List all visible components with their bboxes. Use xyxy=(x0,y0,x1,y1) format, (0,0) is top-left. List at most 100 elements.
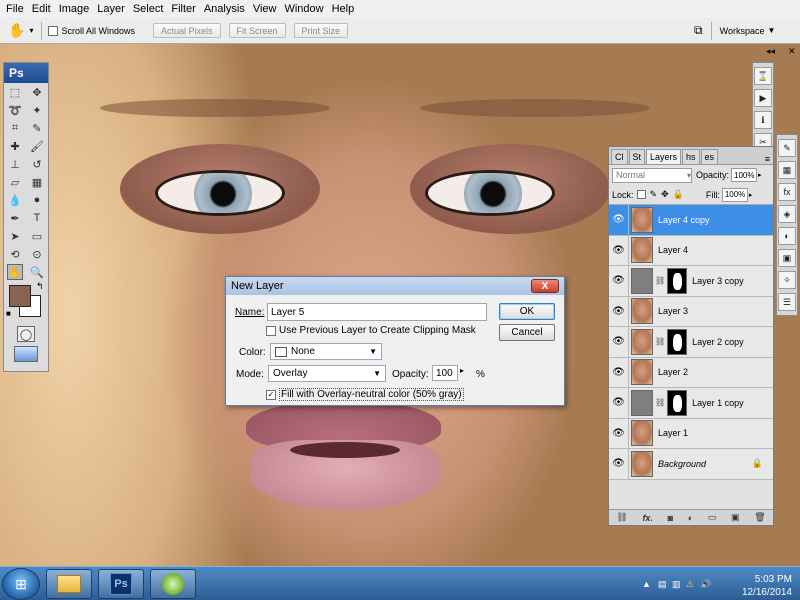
styles-panel-icon[interactable]: fx xyxy=(778,183,796,201)
move-tool-icon[interactable]: ✥ xyxy=(29,84,45,100)
layer-row-layer-4-copy[interactable]: 👁 Layer 4 copy xyxy=(609,204,773,236)
layer-mask-thumbnail[interactable] xyxy=(667,389,688,416)
menu-view[interactable]: View xyxy=(251,3,283,15)
color-swatches[interactable]: ↰ ■ xyxy=(4,281,48,325)
layer-row-layer-1[interactable]: 👁 Layer 1 xyxy=(609,418,773,449)
tab-layers[interactable]: Layers xyxy=(646,149,682,164)
clone-stamp-tool-icon[interactable]: ⊥ xyxy=(7,156,23,172)
lock-all-icon[interactable]: 🔒 xyxy=(673,189,684,200)
new-layer-icon[interactable]: ▣ xyxy=(731,512,740,523)
menu-filter[interactable]: Filter xyxy=(169,3,201,15)
paths-panel-icon[interactable]: ✧ xyxy=(778,271,796,289)
lasso-tool-icon[interactable]: ➰ xyxy=(7,102,23,118)
masks-panel-icon[interactable]: ▣ xyxy=(778,249,796,267)
cancel-button[interactable]: Cancel xyxy=(499,324,555,341)
shape-tool-icon[interactable]: ▭ xyxy=(29,228,45,244)
zoom-tool-icon[interactable]: 🔍 xyxy=(29,264,45,280)
type-tool-icon[interactable]: T xyxy=(29,210,45,226)
layer-row-layer-1-copy[interactable]: 👁 ⛓ Layer 1 copy xyxy=(609,387,773,419)
history-brush-tool-icon[interactable]: ↺ xyxy=(29,156,45,172)
gradient-tool-icon[interactable]: ▦ xyxy=(29,174,45,190)
dock-close-icon[interactable]: ✕ xyxy=(788,46,796,57)
clipping-mask-option[interactable]: Use Previous Layer to Create Clipping Ma… xyxy=(266,325,476,336)
layer-row-layer-2[interactable]: 👁 Layer 2 xyxy=(609,357,773,388)
visibility-eye-icon[interactable]: 👁 xyxy=(609,357,629,388)
eraser-tool-icon[interactable]: ▱ xyxy=(7,174,23,190)
brush-tool-icon[interactable]: 🖌 xyxy=(29,138,45,154)
adjustments-panel-icon[interactable]: ◐ xyxy=(778,227,796,245)
info-panel-icon[interactable]: ℹ xyxy=(754,111,772,129)
fill-input[interactable]: 100% xyxy=(721,187,748,202)
eyedropper-tool-icon[interactable]: ✎ xyxy=(29,120,45,136)
swap-colors-icon[interactable]: ↰ xyxy=(36,281,44,292)
healing-brush-tool-icon[interactable]: ✚ xyxy=(7,138,23,154)
menu-edit[interactable]: Edit xyxy=(30,3,57,15)
workspace-dropdown-icon[interactable]: ▼ xyxy=(767,26,775,35)
lock-position-icon[interactable]: ✥ xyxy=(661,189,669,200)
visibility-eye-icon[interactable]: 👁 xyxy=(609,235,629,266)
visibility-eye-icon[interactable]: 👁 xyxy=(609,296,629,327)
actual-pixels-button[interactable]: Actual Pixels xyxy=(152,23,221,38)
actions-panel-icon[interactable]: ▶ xyxy=(754,89,772,107)
layer-row-layer-3-copy[interactable]: 👁 ⛓ Layer 3 copy xyxy=(609,265,773,297)
blend-mode-select[interactable]: Normal ▾ xyxy=(612,167,692,183)
opacity-input[interactable]: 100% xyxy=(731,168,758,182)
adjustment-layer-icon[interactable]: ◐ xyxy=(688,513,693,523)
layer-row-layer-4[interactable]: 👁 Layer 4 xyxy=(609,235,773,266)
default-colors-icon[interactable]: ■ xyxy=(6,309,11,318)
print-size-button[interactable]: Print Size xyxy=(293,23,349,38)
ok-button[interactable]: OK xyxy=(499,303,555,320)
mask-link-icon[interactable]: ⛓ xyxy=(655,276,665,285)
layer-row-background[interactable]: 👁 Background 🔒 xyxy=(609,448,773,480)
tab-channels[interactable]: Cl xyxy=(611,149,628,164)
3d-orbit-tool-icon[interactable]: ⊙ xyxy=(29,246,45,262)
name-input[interactable]: Layer 5 xyxy=(267,303,487,321)
dock-collapse-icon[interactable]: ◂◂ xyxy=(766,46,775,57)
fit-screen-button[interactable]: Fit Screen xyxy=(228,23,286,38)
trash-icon[interactable]: 🗑 xyxy=(754,512,765,523)
visibility-eye-icon[interactable]: 👁 xyxy=(609,387,629,418)
history-panel-icon[interactable]: ⌛ xyxy=(754,67,772,85)
fill-neutral-checkbox[interactable]: ✓ xyxy=(266,389,276,400)
photoshop-taskbar-button[interactable]: Ps xyxy=(98,569,144,599)
tray-app-icon[interactable]: ▤ xyxy=(658,579,668,589)
visibility-eye-icon[interactable]: 👁 xyxy=(609,418,629,449)
lock-transparency-icon[interactable] xyxy=(636,190,646,199)
clipping-mask-checkbox[interactable] xyxy=(266,325,276,336)
tool-preset-dropdown-icon[interactable]: ▾ xyxy=(29,26,33,35)
menu-layer[interactable]: Layer xyxy=(95,3,131,15)
3d-rotate-tool-icon[interactable]: ⟲ xyxy=(7,246,23,262)
blur-tool-icon[interactable]: 💧 xyxy=(7,192,23,208)
foreground-color-swatch[interactable] xyxy=(9,285,31,307)
tab-swatches[interactable]: es xyxy=(700,149,719,164)
add-mask-icon[interactable]: ◙ xyxy=(668,513,673,523)
color-select[interactable]: None ▼ xyxy=(270,343,382,360)
visibility-eye-icon[interactable]: 👁 xyxy=(609,326,629,357)
dialog-close-button[interactable]: X xyxy=(531,279,559,293)
volume-icon[interactable]: 🔊 xyxy=(700,579,711,589)
mode-select[interactable]: Overlay ▼ xyxy=(268,365,386,382)
start-button[interactable]: ⊞ xyxy=(2,568,40,600)
explorer-taskbar-button[interactable] xyxy=(46,569,92,599)
pen-tool-icon[interactable]: ✒ xyxy=(7,210,23,226)
workspace-switcher-icon[interactable]: ⧉ xyxy=(694,23,703,38)
lock-pixels-icon[interactable]: ✎ xyxy=(650,189,658,200)
visibility-eye-icon[interactable]: 👁 xyxy=(609,265,629,296)
link-layers-icon[interactable]: ⛓ xyxy=(616,512,627,523)
opacity-dialog-input[interactable]: 100 xyxy=(432,365,458,381)
app-taskbar-button[interactable] xyxy=(150,569,196,599)
opacity-slider-icon[interactable]: ▸ xyxy=(758,171,762,179)
swatches-panel-icon[interactable]: ▦ xyxy=(778,161,796,179)
visibility-eye-icon[interactable]: 👁 xyxy=(609,448,629,479)
brushes-panel-icon[interactable]: ✎ xyxy=(778,139,796,157)
clock[interactable]: 5:03 PM 12/16/2014 xyxy=(742,573,792,599)
channels-panel-icon[interactable]: ☰ xyxy=(778,293,796,311)
tab-paths[interactable]: hs xyxy=(682,149,700,164)
menu-analysis[interactable]: Analysis xyxy=(202,3,251,15)
panel-menu-icon[interactable]: ≡ xyxy=(765,154,770,164)
mask-link-icon[interactable]: ⛓ xyxy=(655,337,665,346)
marquee-tool-icon[interactable]: ⬚ xyxy=(7,84,23,100)
fill-neutral-option[interactable]: ✓ Fill with Overlay-neutral color (50% g… xyxy=(266,388,464,401)
tray-expand-icon[interactable]: ▲ xyxy=(642,579,652,589)
fx-icon[interactable]: fx. xyxy=(642,513,653,523)
